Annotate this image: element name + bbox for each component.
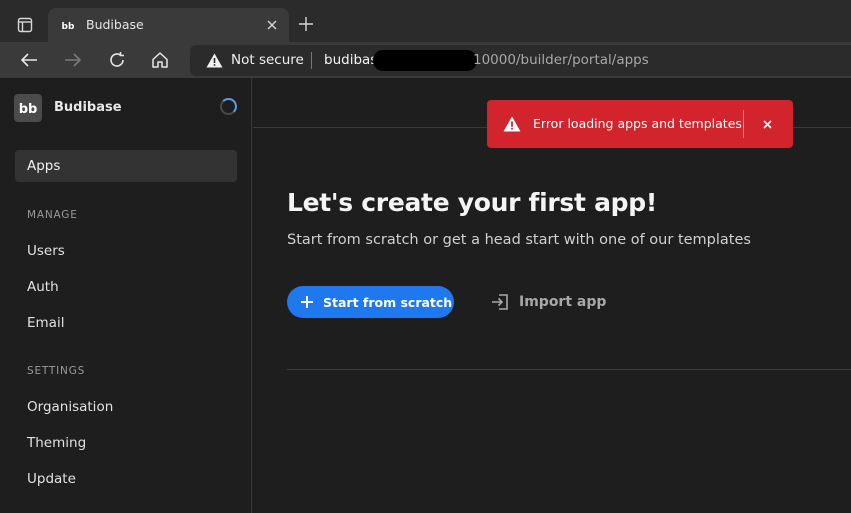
url-host: budibas: [324, 52, 378, 68]
import-app-label: Import app: [519, 294, 607, 310]
url-path: 10000/builder/portal/apps: [473, 52, 649, 68]
forward-arrow-icon[interactable]: [61, 48, 85, 72]
toast-separator: [743, 110, 744, 138]
sidebar-item-apps[interactable]: Apps: [15, 150, 237, 182]
section-label-settings: SETTINGS: [27, 365, 86, 377]
new-tab-plus-icon[interactable]: [296, 14, 316, 34]
tab-title: Budibase: [86, 17, 144, 32]
alert-triangle-icon: [503, 116, 521, 132]
content-divider: [287, 369, 851, 370]
redacted-url-segment: [373, 50, 477, 71]
refresh-icon[interactable]: [105, 48, 129, 72]
toast-message: Error loading apps and templates: [533, 116, 742, 131]
security-status-label[interactable]: Not secure: [231, 52, 304, 68]
browser-tab-bar: bb Budibase: [0, 0, 851, 42]
tab-close-icon[interactable]: [263, 16, 281, 34]
section-label-manage: MANAGE: [27, 209, 78, 221]
page-subtitle: Start from scratch or get a head start w…: [287, 232, 751, 248]
warning-triangle-icon[interactable]: [206, 53, 223, 68]
sidebar-item-users[interactable]: Users: [27, 243, 65, 259]
svg-text:bb: bb: [62, 22, 75, 32]
sidebar-item-update[interactable]: Update: [27, 471, 76, 487]
browser-tab-budibase[interactable]: bb Budibase: [48, 8, 289, 42]
home-icon[interactable]: [148, 48, 172, 72]
address-separator: [311, 52, 312, 69]
loading-spinner-icon: [220, 98, 237, 115]
address-bar[interactable]: Not secure budibas 10000/builder/portal/…: [190, 45, 851, 76]
sidebar-item-email[interactable]: Email: [27, 315, 64, 331]
sidebar-item-theming[interactable]: Theming: [27, 435, 86, 451]
browser-toolbar: Not secure budibas 10000/builder/portal/…: [0, 42, 851, 78]
sidebar-item-organisation[interactable]: Organisation: [27, 399, 113, 415]
sidebar-item-auth[interactable]: Auth: [27, 279, 59, 295]
budibase-favicon-icon: bb: [60, 17, 76, 33]
brand-name: Budibase: [54, 100, 122, 115]
back-arrow-icon[interactable]: [17, 48, 41, 72]
start-from-scratch-button[interactable]: Start from scratch: [287, 286, 454, 318]
page-title: Let's create your first app!: [287, 188, 657, 217]
error-toast: Error loading apps and templates: [487, 100, 793, 148]
toast-close-icon[interactable]: [759, 116, 775, 132]
sidebar-item-label: Apps: [27, 158, 61, 174]
tab-actions-icon[interactable]: [10, 12, 40, 38]
start-from-scratch-label: Start from scratch: [323, 294, 453, 310]
svg-text:bb: bb: [19, 102, 38, 116]
sidebar: bb Budibase Apps MANAGE Users Auth Email…: [0, 78, 252, 513]
import-app-button[interactable]: Import app: [490, 290, 606, 314]
plus-icon: [301, 296, 313, 308]
import-icon: [490, 292, 510, 312]
budibase-logo-icon[interactable]: bb: [14, 94, 42, 122]
